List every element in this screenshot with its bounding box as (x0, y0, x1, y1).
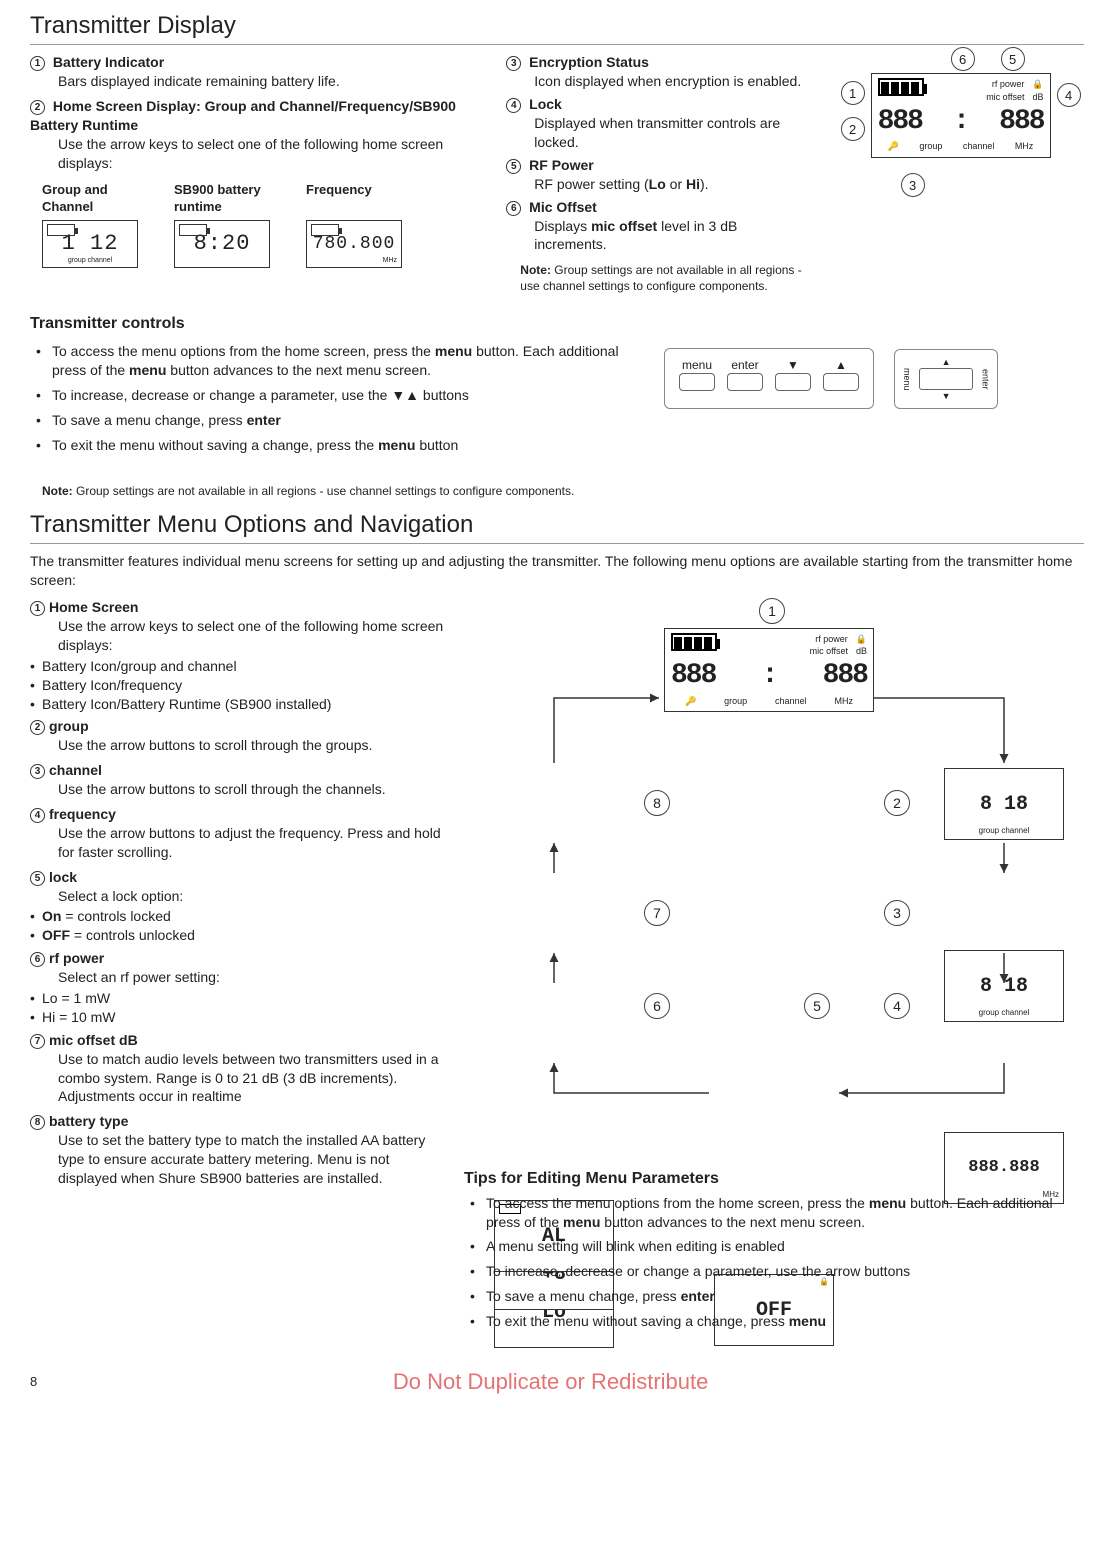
m1-title: Home Screen (49, 599, 138, 615)
m4-title: frequency (49, 806, 116, 822)
m2-num: 2 (30, 720, 45, 735)
callout-1: 1 (30, 56, 45, 71)
callout-4: 4 (506, 98, 521, 113)
m5-sub: On = controls locked OFF = controls unlo… (30, 907, 444, 945)
lock-icon: 🔒 (1032, 78, 1043, 90)
flow-circ-2: 2 (884, 790, 910, 816)
m6-title: rf power (49, 950, 104, 966)
m2-title: group (49, 718, 89, 734)
item1-title: Battery Indicator (53, 54, 164, 70)
thumb-lcd-1: 1 12group channel (42, 220, 138, 268)
enter-button[interactable] (727, 373, 763, 391)
flow-circ-1: 1 (759, 598, 785, 624)
m1-body: Use the arrow keys to select one of the … (30, 617, 444, 655)
callout-5: 5 (506, 159, 521, 174)
item2-title: Home Screen Display: Group and Channel/F… (30, 98, 456, 133)
callout-3: 3 (506, 56, 521, 71)
m3-title: channel (49, 762, 102, 778)
flow-lcd-2: 8 18group channel (944, 768, 1064, 840)
section-title-display: Transmitter Display (30, 10, 1084, 45)
flow-circ-5: 5 (804, 993, 830, 1019)
lock-icon: 🔒 (856, 633, 867, 645)
side-rocker[interactable] (919, 368, 973, 390)
item2-body: Use the arrow keys to select one of the … (30, 135, 476, 173)
item4-body: Displayed when transmitter controls are … (506, 114, 810, 152)
item5-title: RF Power (529, 157, 594, 173)
section2-intro: The transmitter features individual menu… (30, 552, 1084, 590)
callout-6: 6 (506, 201, 521, 216)
m7-title: mic offset dB (49, 1032, 138, 1048)
flow-lcd-5: OFF🔒 (714, 1274, 834, 1346)
lcd-digits: 888:888 (878, 103, 1044, 141)
flow-lcd-3: 8 18group channel (944, 950, 1064, 1022)
thumb-lcd-2: 8:20 (174, 220, 270, 268)
flow-circ-4: 4 (884, 993, 910, 1019)
m5-body: Select a lock option: (30, 887, 444, 906)
up-button[interactable] (823, 373, 859, 391)
controls-list: To access the menu options from the home… (30, 342, 624, 460)
fig-call-6: 6 (951, 47, 975, 71)
m7-body: Use to match audio levels between two tr… (30, 1050, 444, 1107)
watermark: Do Not Duplicate or Redistribute (393, 1367, 708, 1397)
section1-note: Note: Group settings are not available i… (520, 262, 810, 294)
callout-2: 2 (30, 100, 45, 115)
m8-body: Use to set the battery type to match the… (30, 1131, 444, 1188)
fig-call-4: 4 (1057, 83, 1081, 107)
m2-body: Use the arrow buttons to scroll through … (30, 736, 444, 755)
m7-num: 7 (30, 1034, 45, 1049)
flow-circ-7: 7 (644, 900, 670, 926)
m4-body: Use the arrow buttons to adjust the freq… (30, 824, 444, 862)
item6-body: Displays mic offset level in 3 dB increm… (506, 217, 810, 255)
m3-num: 3 (30, 764, 45, 779)
thumb-lcd-3: 780.800MHz (306, 220, 402, 268)
m5-num: 5 (30, 871, 45, 886)
fig-call-1: 1 (841, 81, 865, 105)
item4-title: Lock (529, 96, 562, 112)
thumb-h1: Group and Channel (42, 181, 162, 216)
transmitter-display-figure: rf power 🔒 mic offsetdB 888:888 🔑 group … (871, 73, 1051, 157)
m1-sub: Battery Icon/group and channel Battery I… (30, 657, 444, 714)
m5-title: lock (49, 869, 77, 885)
control-panel-front: menu enter ▼ ▲ (664, 348, 874, 409)
encryption-icon: 🔑 (888, 140, 899, 152)
flow-circ-8: 8 (644, 790, 670, 816)
m8-title: battery type (49, 1113, 128, 1129)
m6-num: 6 (30, 952, 45, 967)
controls-title: Transmitter controls (30, 313, 1084, 335)
item5-body: RF power setting (Lo or Hi). (506, 175, 810, 194)
item6-title: Mic Offset (529, 199, 597, 215)
fig-call-2: 2 (841, 117, 865, 141)
controls-note: Note: Group settings are not available i… (42, 483, 1084, 499)
control-panel-side: menu ▲ ▼ enter (894, 349, 998, 409)
page-number: 8 (30, 1373, 37, 1391)
menu-button[interactable] (679, 373, 715, 391)
fig-call-3: 3 (901, 173, 925, 197)
section-title-menu: Transmitter Menu Options and Navigation (30, 509, 1084, 544)
m6-sub: Lo = 1 mW Hi = 10 mW (30, 989, 444, 1027)
m1-num: 1 (30, 601, 45, 616)
battery-icon (878, 78, 924, 96)
m3-body: Use the arrow buttons to scroll through … (30, 780, 444, 799)
flow-circ-6: 6 (644, 993, 670, 1019)
item1-body: Bars displayed indicate remaining batter… (30, 72, 476, 91)
flow-circ-3: 3 (884, 900, 910, 926)
item3-body: Icon displayed when encryption is enable… (506, 72, 810, 91)
item3-title: Encryption Status (529, 54, 649, 70)
m4-num: 4 (30, 808, 45, 823)
thumb-h2: SB900 battery runtime (174, 181, 294, 216)
flow-home: rf power🔒 mic offsetdB 888:888 🔑groupcha… (664, 628, 874, 712)
fig-call-5: 5 (1001, 47, 1025, 71)
menu-flow-diagram: rf power🔒 mic offsetdB 888:888 🔑groupcha… (464, 598, 1084, 1158)
home-screen-thumbs: Group and Channel SB900 battery runtime … (30, 177, 438, 272)
m8-num: 8 (30, 1115, 45, 1130)
down-button[interactable] (775, 373, 811, 391)
thumb-h3: Frequency (306, 181, 426, 216)
m6-body: Select an rf power setting: (30, 968, 444, 987)
